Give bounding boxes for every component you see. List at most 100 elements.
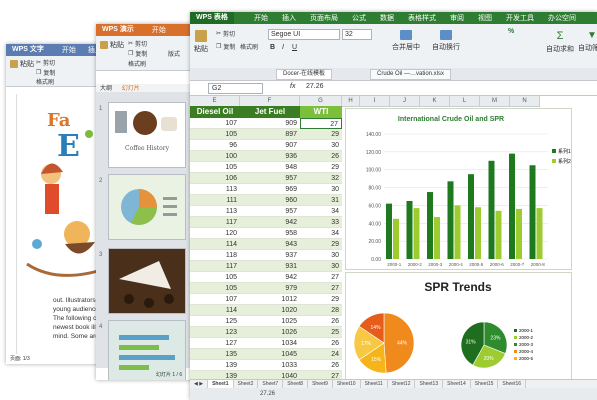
sheet-tab-sheet16[interactable]: Sheet16 [498,380,527,388]
table-cell[interactable]: 117 [190,217,240,228]
writer-paste-button[interactable]: 粘贴 [10,59,34,69]
table-cell[interactable]: 1045 [240,349,300,360]
table-cell[interactable]: 30 [300,250,342,261]
bar-1-2000-7[interactable] [509,153,515,259]
table-cell[interactable]: 948 [240,162,300,173]
bar-chart[interactable]: International Crude Oil and SPR 140.00 12… [345,108,572,270]
table-cell[interactable]: 936 [240,151,300,162]
bar-2-2000-4[interactable] [454,205,461,259]
bar-2-2000-2[interactable] [413,208,420,259]
table-cell[interactable]: 26 [300,338,342,349]
sheet-tab-sheet8[interactable]: Sheet8 [283,380,309,388]
table-cell[interactable]: 114 [190,239,240,250]
table-cell[interactable]: 943 [240,239,300,250]
bar-1-2000-8[interactable] [529,165,536,259]
table-cell[interactable]: 27 [300,283,342,294]
merge-center-button[interactable]: 合并居中 [392,30,420,52]
copy-button[interactable]: ❐ 复制 [216,42,235,51]
table-cell[interactable]: 34 [300,206,342,217]
sheet-tab-sheet11[interactable]: Sheet11 [361,380,388,388]
table-cell[interactable]: 106 [190,173,240,184]
table-cell[interactable]: 1034 [240,338,300,349]
menu-review[interactable]: 审阅 [450,13,464,23]
presentation-layout-button[interactable]: 版式 [168,49,180,58]
fx-icon[interactable]: fx [290,83,295,90]
table-cell[interactable]: 139 [190,360,240,371]
table-cell[interactable]: 107 [190,294,240,305]
table-cell[interactable]: 34 [300,228,342,239]
table-cell[interactable]: 111 [190,195,240,206]
writer-format-painter[interactable]: 格式刷 [36,77,54,86]
table-cell[interactable]: 1020 [240,305,300,316]
bar-2-2000-3[interactable] [434,217,440,259]
worksheet-grid[interactable]: EFGHIJKLMN Diesel Oil Jet Fuel WTI 107 909 27… [190,96,597,384]
sheet-tab-sheet12[interactable]: Sheet12 [388,380,416,388]
writer-cut-button[interactable]: ✂ 剪切 [36,58,55,67]
table-cell[interactable]: 100 [190,151,240,162]
table-cell[interactable]: 1025 [240,316,300,327]
bar-1-2000-6[interactable] [488,160,495,259]
pie-chart-panel[interactable]: SPR Trends 44% 15% 17% 14% 23% 20% 31% 2000-1 20… [345,272,572,384]
sheet-tab-sheet15[interactable]: Sheet15 [471,380,499,388]
bold-button[interactable]: B [270,44,275,51]
format-painter-button[interactable]: 格式刷 [240,42,258,51]
bar-2-2000-5[interactable] [475,207,481,259]
column-header-h[interactable]: H [342,96,360,107]
table-cell[interactable]: 27 [300,272,342,283]
table-cell[interactable]: 28 [300,305,342,316]
table-cell[interactable]: 105 [190,162,240,173]
table-cell[interactable]: 105 [190,129,240,140]
table-cell[interactable]: 26 [300,151,342,162]
presentation-app-button[interactable]: WPS 演示 [96,24,140,36]
table-cell[interactable]: 113 [190,206,240,217]
table-cell[interactable]: 123 [190,327,240,338]
bar-1-2000-1[interactable] [386,203,392,259]
sheet-tab-sheet13[interactable]: Sheet13 [415,380,444,388]
table-cell[interactable]: 26 [300,360,342,371]
bar-1-2000-4[interactable] [447,181,454,259]
table-cell[interactable]: 120 [190,228,240,239]
tab-crude-oil-file[interactable]: Crude Oil —…vation.xlsx [370,69,452,80]
table-cell[interactable]: 24 [300,349,342,360]
column-header-i[interactable]: I [360,96,390,107]
bar-1-2000-5[interactable] [468,174,474,259]
table-cell[interactable]: 931 [240,261,300,272]
tab-docer[interactable]: Docer-在线模板 [276,69,333,80]
table-cell[interactable]: 127 [190,338,240,349]
table-cell[interactable]: 958 [240,228,300,239]
paste-button[interactable]: 粘贴 [194,30,208,54]
table-cell[interactable]: 30 [300,140,342,151]
presentation-copy-button[interactable]: ❐ 复制 [128,49,147,58]
slide-thumbnail-2[interactable] [108,174,186,240]
wrap-text-button[interactable]: 自动换行 [432,30,460,52]
menu-page-layout[interactable]: 页面布局 [310,13,338,23]
autofilter-button[interactable]: ▼ 自动筛选 [578,30,597,53]
table-cell[interactable]: 1026 [240,327,300,338]
table-cell[interactable]: 32 [300,173,342,184]
table-cell[interactable]: 113 [190,184,240,195]
table-cell[interactable]: 960 [240,195,300,206]
presentation-cut-button[interactable]: ✂ 剪切 [128,39,147,48]
table-cell[interactable]: 29 [300,294,342,305]
bar-1-2000-2[interactable] [406,200,413,259]
writer-menu-start[interactable]: 开始 [62,45,76,55]
table-cell[interactable]: 29 [300,129,342,140]
table-cell[interactable]: 107 [190,118,240,129]
column-header-n[interactable]: N [510,96,540,107]
table-header[interactable]: Jet Fuel [240,106,300,118]
bar-2-2000-7[interactable] [516,209,522,259]
table-cell[interactable]: 105 [190,283,240,294]
table-cell[interactable]: 897 [240,129,300,140]
spreadsheet-app-button[interactable]: WPS 表格 [190,12,234,24]
menu-start[interactable]: 开始 [254,13,268,23]
menu-data[interactable]: 数据 [380,13,394,23]
presentation-menu-start[interactable]: 开始 [152,25,166,35]
table-cell[interactable]: 25 [300,327,342,338]
table-cell[interactable]: 27 [300,118,342,129]
sheet-tab-sheet9[interactable]: Sheet9 [308,380,333,388]
menu-table-style[interactable]: 表格样式 [408,13,436,23]
table-cell[interactable]: 31 [300,195,342,206]
bar-2-2000-8[interactable] [536,208,543,259]
table-cell[interactable]: 1033 [240,360,300,371]
bar-2-2000-1[interactable] [393,218,399,259]
